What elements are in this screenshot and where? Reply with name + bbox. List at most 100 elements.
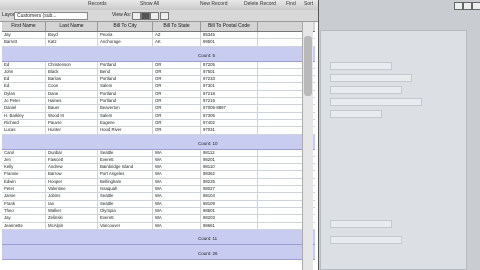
table-cell[interactable]: Hood River — [98, 127, 153, 134]
table-cell[interactable]: Peter — [2, 186, 46, 193]
table-cell[interactable]: H. Barkley — [2, 112, 46, 119]
table-cell[interactable]: 98027 — [201, 186, 258, 193]
table-cell[interactable]: 97402 — [201, 119, 258, 127]
table-cell[interactable] — [258, 200, 304, 207]
table-cell[interactable]: Walker — [46, 207, 98, 215]
table-cell[interactable]: Coon — [46, 83, 98, 90]
table-cell[interactable]: OR — [153, 112, 201, 119]
table-cell[interactable]: Lucas — [2, 127, 46, 134]
form-view-icon[interactable] — [132, 12, 141, 20]
table-cell[interactable]: Ed — [2, 83, 46, 90]
table-cell[interactable]: Boyd — [46, 32, 98, 39]
table-cell[interactable]: 97501 — [201, 68, 258, 76]
table-cell[interactable]: 97305 — [201, 112, 258, 119]
table-cell[interactable] — [258, 171, 304, 178]
table-cell[interactable]: Jay — [2, 215, 46, 222]
table-row[interactable]: Dylan Dane Portland OR 97218 — [2, 90, 315, 99]
toolbar-new-record[interactable]: New Record — [200, 1, 228, 7]
table-cell[interactable]: Peoria — [98, 32, 153, 39]
table-row[interactable]: Jay Zelinski Everett WA 98203 — [2, 215, 315, 223]
table-cell[interactable]: Ed — [2, 76, 46, 83]
table-cell[interactable]: Valentine — [46, 186, 98, 193]
table-row[interactable]: John Black Bend OR 97501 — [2, 68, 315, 77]
table-row[interactable]: Barrett Katz Anchorage AK 99501 — [2, 39, 315, 47]
scrollbar-thumb[interactable] — [304, 36, 312, 96]
preview-icon[interactable] — [160, 12, 169, 20]
table-cell[interactable]: WA — [153, 193, 201, 200]
table-cell[interactable] — [258, 32, 304, 39]
table-row[interactable]: Daniel Bauer Beaverton OR 97005-8897 — [2, 105, 315, 113]
table-cell[interactable]: Seattle — [98, 193, 153, 200]
table-cell[interactable] — [258, 90, 304, 98]
table-cell[interactable]: 97233 — [201, 76, 258, 83]
table-cell[interactable]: Jobins — [46, 193, 98, 200]
table-cell[interactable]: Hunter — [46, 127, 98, 134]
table-cell[interactable]: Fawcett — [46, 156, 98, 164]
table-cell[interactable]: Bauer — [46, 105, 98, 112]
table-cell[interactable]: Bellingham — [98, 178, 153, 186]
table-cell[interactable]: OR — [153, 68, 201, 76]
table-cell[interactable]: Katz — [46, 39, 98, 46]
table-cell[interactable] — [258, 149, 304, 156]
table-cell[interactable]: Barrow — [46, 171, 98, 178]
table-cell[interactable] — [258, 186, 304, 193]
table-cell[interactable]: Frank — [2, 200, 46, 207]
table-cell[interactable]: Jeannette — [2, 222, 46, 229]
table-cell[interactable]: Seattle — [98, 149, 153, 156]
table-cell[interactable]: Jo Peter — [2, 98, 46, 105]
table-cell[interactable]: OR — [153, 98, 201, 105]
table-cell[interactable]: 98203 — [201, 215, 258, 222]
table-cell[interactable]: AK — [153, 39, 201, 46]
table-row[interactable]: Theo Walker Olympia WA 98501 — [2, 207, 315, 216]
table-cell[interactable] — [258, 207, 304, 215]
table-cell[interactable]: 97219 — [201, 98, 258, 105]
table-cell[interactable]: Beaverton — [98, 105, 153, 112]
table-cell[interactable] — [258, 39, 304, 46]
toolbar-records[interactable]: Records — [88, 1, 107, 7]
table-row[interactable]: Kelly Andrew Bainbridge Island WA 98110 — [2, 164, 315, 172]
table-cell[interactable]: Barlow — [46, 76, 98, 83]
table-row[interactable]: Jeannette McAlpin Vancouver WA 98661 — [2, 222, 315, 230]
table-cell[interactable]: Salem — [98, 112, 153, 119]
table-cell[interactable]: Christenson — [46, 61, 98, 68]
table-cell[interactable]: OR — [153, 105, 201, 112]
table-row[interactable]: Lucas Hunter Hood River OR 97031 — [2, 127, 315, 135]
table-cell[interactable]: Portland — [98, 76, 153, 83]
table-cell[interactable]: 98104 — [201, 193, 258, 200]
table-cell[interactable]: WA — [153, 186, 201, 193]
table-cell[interactable]: McAlpin — [46, 222, 98, 229]
toolbar-show-all[interactable]: Show All — [140, 1, 159, 7]
table-cell[interactable]: Everett — [98, 215, 153, 222]
table-cell[interactable]: 98362 — [201, 171, 258, 178]
table-cell[interactable]: Zelinski — [46, 215, 98, 222]
column-header[interactable]: First Name — [2, 22, 46, 31]
table-cell[interactable]: Bainbridge Island — [98, 164, 153, 171]
column-header[interactable]: Bill To City — [98, 22, 153, 31]
table-cell[interactable]: WA — [153, 222, 201, 229]
table-cell[interactable]: 97031 — [201, 127, 258, 134]
table-cell[interactable]: Anchorage — [98, 39, 153, 46]
table-cell[interactable]: WA — [153, 200, 201, 207]
table-cell[interactable] — [258, 105, 304, 112]
table-row[interactable]: Ed Barlow Portland OR 97233 — [2, 76, 315, 84]
table-cell[interactable]: 98110 — [201, 164, 258, 171]
table-cell[interactable] — [258, 119, 304, 127]
table-cell[interactable] — [258, 164, 304, 171]
table-cell[interactable]: 99501 — [201, 39, 258, 46]
table-cell[interactable]: Port Angeles — [98, 171, 153, 178]
table-cell[interactable]: Salem — [98, 83, 153, 90]
zoom-icon[interactable] — [463, 2, 472, 10]
table-row[interactable]: Jo Peter Haines Portland OR 97219 — [2, 98, 315, 106]
table-cell[interactable]: OR — [153, 76, 201, 83]
table-cell[interactable]: Pauvre — [46, 119, 98, 127]
table-cell[interactable]: Jay — [2, 32, 46, 39]
table-cell[interactable]: WA — [153, 207, 201, 215]
column-header[interactable] — [258, 22, 304, 31]
table-cell[interactable]: 98501 — [201, 207, 258, 215]
table-cell[interactable] — [258, 112, 304, 119]
table-cell[interactable]: 97301 — [201, 83, 258, 90]
toolbar-find[interactable]: Find — [286, 1, 296, 7]
table-row[interactable]: Ed Christenson Portland OR 97205 — [2, 61, 315, 69]
table-cell[interactable]: AZ — [153, 32, 201, 39]
table-cell[interactable]: Jamie — [2, 193, 46, 200]
